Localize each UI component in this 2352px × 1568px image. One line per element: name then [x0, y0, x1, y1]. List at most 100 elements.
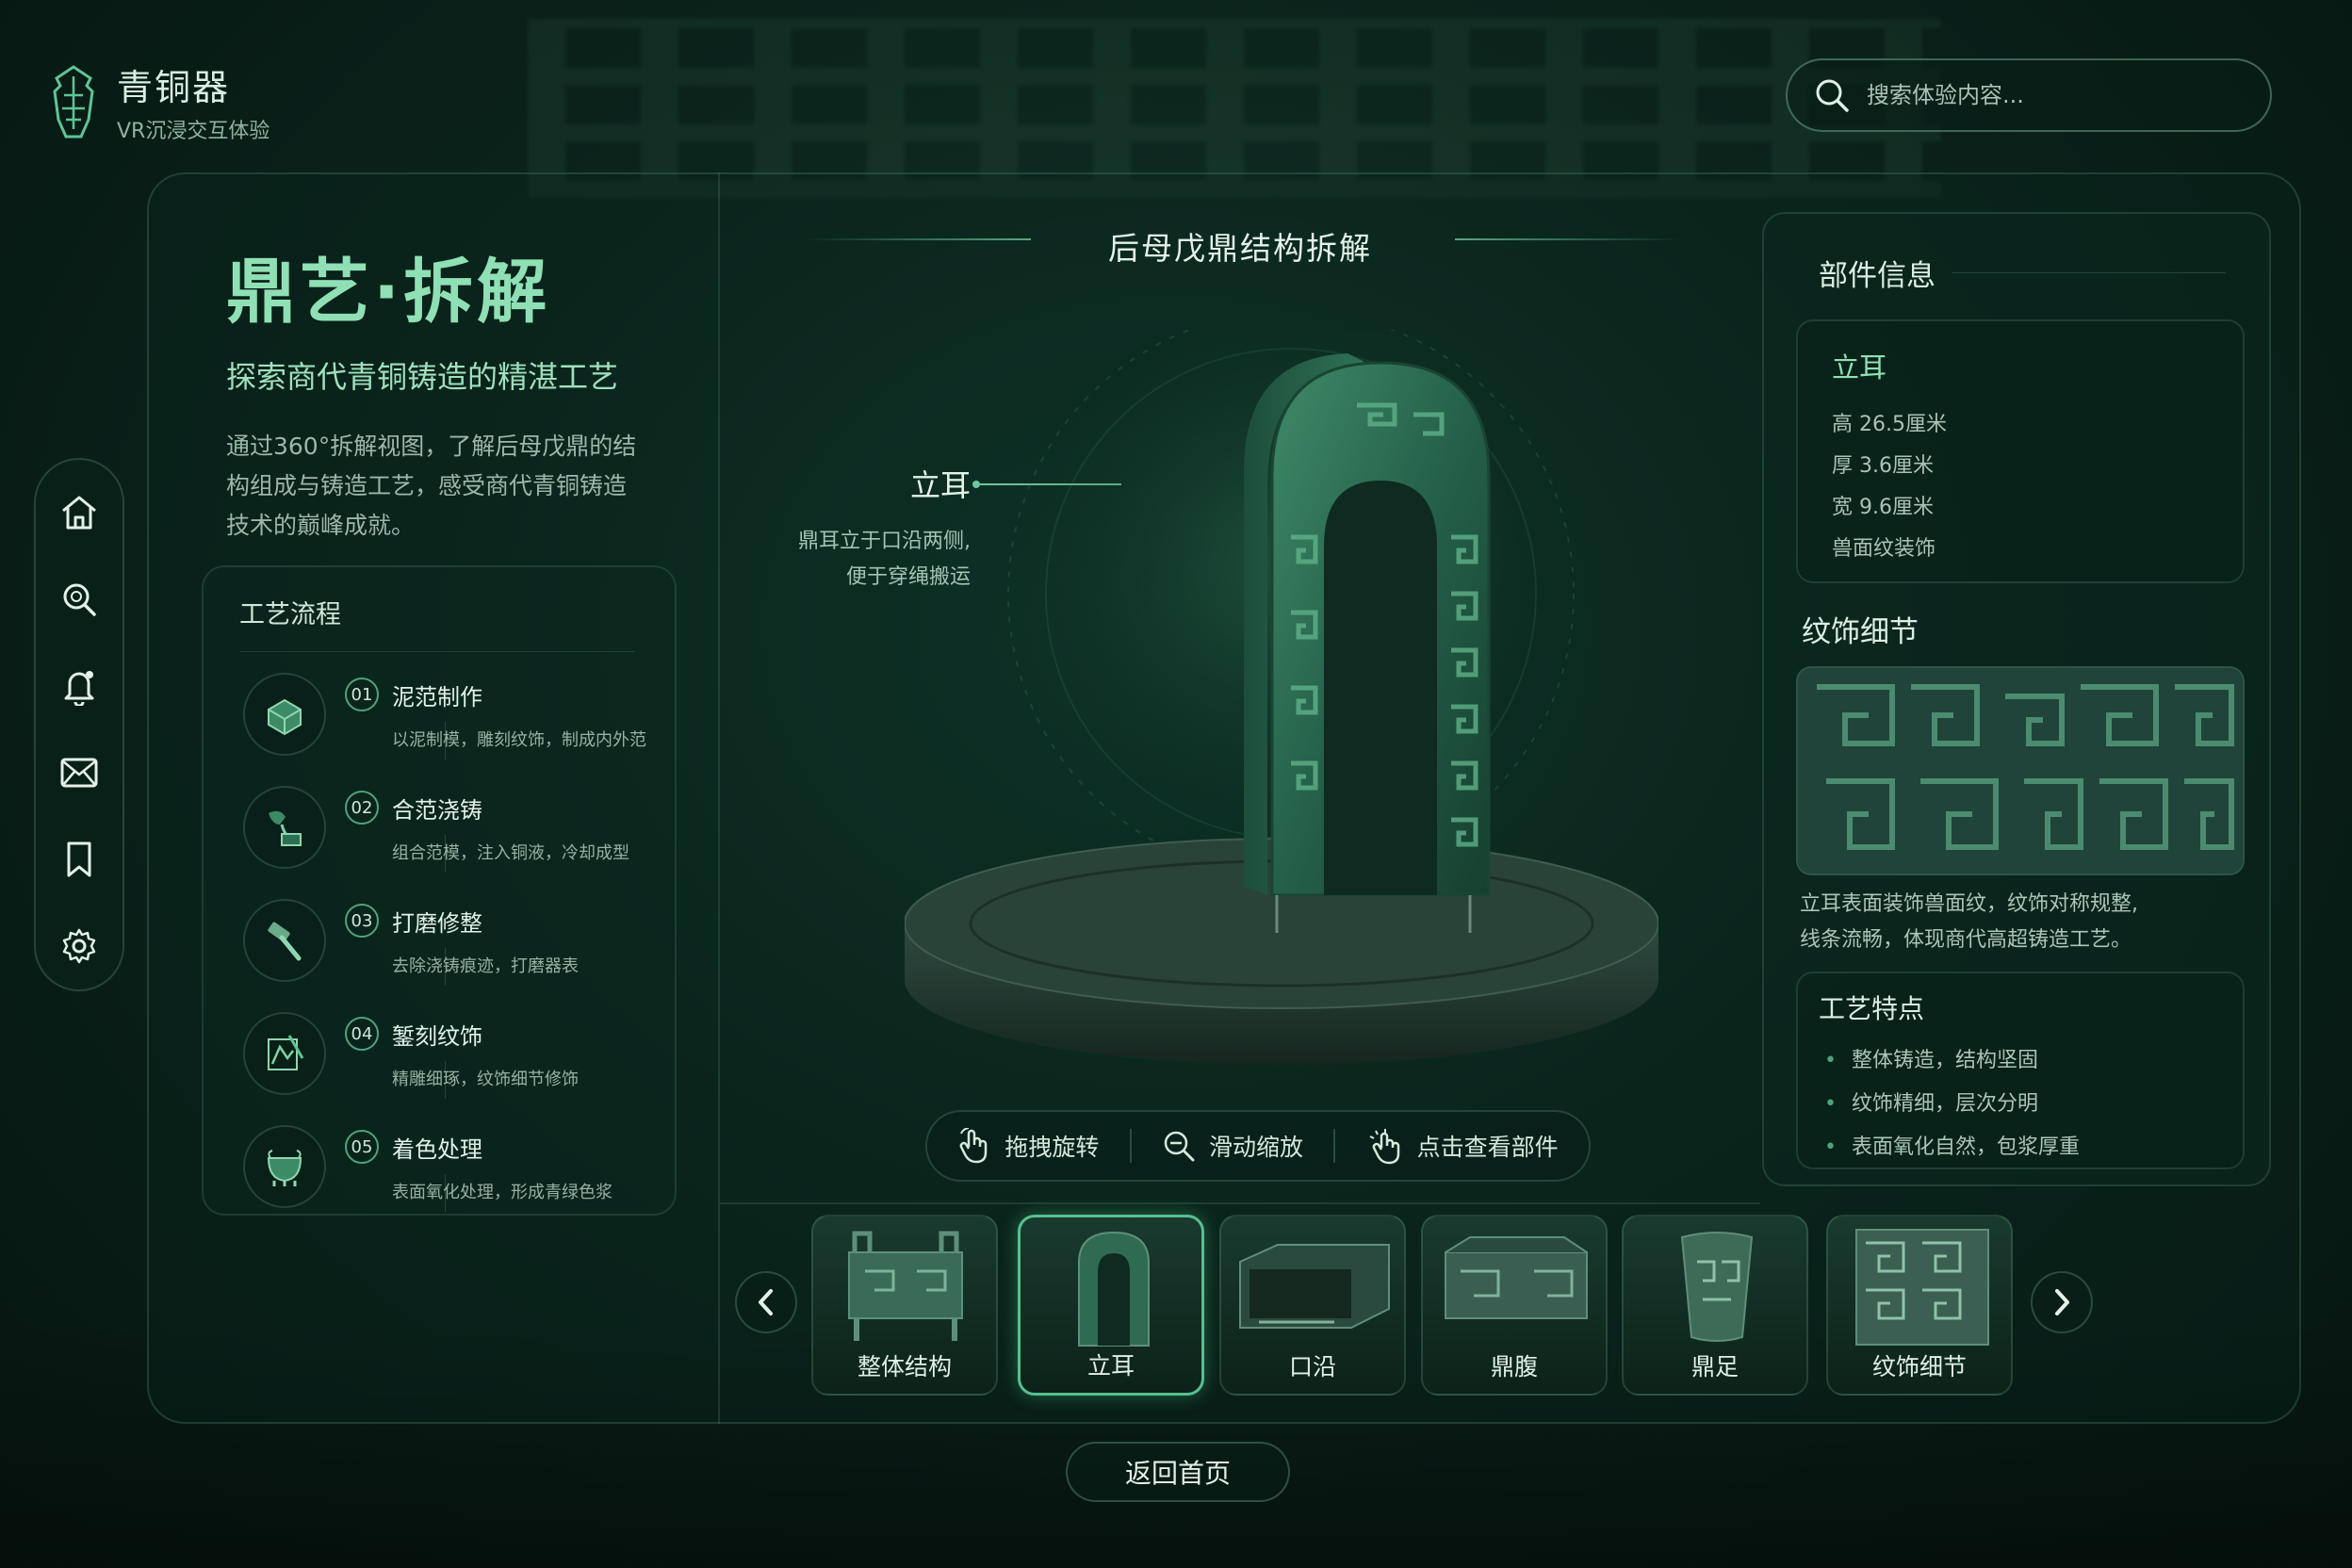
thumbnail-item[interactable]: 纹饰细节: [1826, 1215, 2013, 1396]
pattern-title: 纹饰细节: [1802, 615, 1919, 649]
title-deco-right: [1455, 238, 1681, 240]
thumbnail-image: [1828, 1224, 2011, 1347]
ding-ear-model[interactable]: [905, 330, 1658, 1084]
thumbnail-item[interactable]: 鼎足: [1622, 1215, 1808, 1396]
hammer-icon: [243, 899, 326, 982]
chevron-left-icon: [759, 1289, 773, 1315]
step-description: 组合范模，注入铜液，冷却成型: [392, 843, 629, 863]
step-connector: [445, 948, 446, 986]
cauldron-icon: [243, 1125, 326, 1208]
tap-hand-icon: [1369, 1129, 1399, 1165]
step-name: 合范浇铸: [392, 796, 482, 824]
hint-tap: 点击查看部件: [1366, 1127, 1559, 1165]
search-input[interactable]: [1867, 82, 2225, 108]
feature-item: 表面氧化自然，包浆厚重: [1819, 1126, 2243, 1169]
hint-rotate-label: 拖拽旋转: [1004, 1134, 1100, 1161]
pattern-description: 立耳表面装饰兽面纹，纹饰对称规整, 线条流畅，体现商代高超铸造工艺。: [1800, 887, 2243, 958]
thumbnail-item[interactable]: 立耳: [1018, 1215, 1204, 1396]
prev-button[interactable]: [735, 1271, 797, 1333]
nav-mail[interactable]: [55, 748, 104, 797]
brand: 青铜器 VR沉浸交互体验: [47, 58, 270, 144]
process-step[interactable]: 05 着色处理表面氧化处理，形成青绿色浆: [239, 1110, 675, 1223]
info-height: 高 26.5厘米: [1832, 413, 1947, 436]
thumbnail-item[interactable]: 鼎腹: [1421, 1215, 1608, 1396]
drag-hand-icon: [959, 1128, 988, 1164]
mold-icon: [243, 673, 326, 756]
process-step[interactable]: 01 泥范制作 以泥制模，雕刻纹饰，制成内外范: [239, 658, 675, 771]
step-head: 02 合范浇铸: [345, 791, 629, 825]
nav-search[interactable]: [55, 575, 104, 624]
step-number: 02: [345, 791, 379, 825]
hint-divider: [1129, 1129, 1132, 1163]
thumbnail-label: 整体结构: [857, 1353, 952, 1380]
background-carving: [528, 19, 1941, 198]
step-body: 02 合范浇铸组合范模，注入铜液，冷却成型: [345, 791, 629, 864]
intro-panel: 鼎艺·拆解 探索商代青铜铸造的精湛工艺 通过360°拆解视图，了解后母戊鼎的结构…: [226, 236, 697, 546]
thumbnail-item[interactable]: 整体结构: [811, 1215, 998, 1396]
thumbnail-item[interactable]: 口沿: [1219, 1215, 1406, 1396]
hint-zoom-label: 滑动缩放: [1208, 1134, 1303, 1161]
nav-home[interactable]: [55, 488, 104, 537]
zoom-out-icon: [1164, 1131, 1195, 1162]
search-bar[interactable]: [1786, 58, 2272, 132]
thumbnail-label: 鼎腹: [1490, 1353, 1538, 1380]
next-button[interactable]: [2031, 1271, 2093, 1333]
process-step[interactable]: 02 合范浇铸组合范模，注入铜液，冷却成型: [239, 771, 675, 884]
step-connector: [445, 1174, 446, 1212]
thumbnail-image: [813, 1224, 996, 1347]
step-name: 着色处理: [392, 1135, 482, 1163]
features-card: 工艺特点 整体铸造，结构坚固 纹饰精细，层次分明 表面氧化自然，包浆厚重: [1796, 972, 2245, 1169]
pattern-image[interactable]: [1796, 666, 2245, 875]
title-divider: [1952, 272, 2226, 273]
carving-icon: [243, 1012, 326, 1095]
pattern-line-1: 立耳表面装饰兽面纹，纹饰对称规整,: [1800, 892, 2138, 916]
step-head: 03 打磨修整: [345, 904, 579, 938]
gear-icon: [62, 928, 96, 964]
process-step[interactable]: 03 打磨修整 去除浇铸痕迹，打磨器表: [239, 884, 675, 997]
hint-rotate: 拖拽旋转: [957, 1128, 1099, 1164]
bookmark-icon: [67, 841, 91, 877]
chevron-right-icon: [2055, 1289, 2069, 1315]
process-title: 工艺流程: [239, 594, 635, 652]
mail-icon: [60, 758, 98, 788]
step-connector: [445, 722, 446, 760]
back-home-button[interactable]: 返回首页: [1066, 1442, 1290, 1502]
nav-notifications[interactable]: [55, 662, 104, 710]
hint-tap-label: 点击查看部件: [1416, 1134, 1559, 1161]
thumbnail-label: 口沿: [1288, 1353, 1336, 1380]
search-icon: [63, 583, 96, 616]
thumbnail-image: [1423, 1224, 1606, 1347]
step-body: 05 着色处理表面氧化处理，形成青绿色浆: [345, 1130, 612, 1203]
thumbnail-image: [1221, 1224, 1404, 1347]
page-description: 通过360°拆解视图，了解后母戊鼎的结构组成与铸造工艺，感受商代青铜铸造技术的巅…: [226, 433, 637, 539]
step-connector: [445, 1061, 446, 1099]
info-thickness: 厚 3.6厘米: [1832, 454, 1934, 478]
nav-settings[interactable]: [55, 922, 104, 971]
step-number: 01: [345, 678, 379, 711]
thumbnail-label: 纹饰细节: [1871, 1353, 1967, 1380]
step-name: 泥范制作: [392, 683, 482, 710]
info-title: 部件信息: [1819, 259, 1936, 293]
side-navigation: [34, 458, 124, 991]
info-decoration: 兽面纹装饰: [1832, 537, 1936, 561]
thumbnail-image: [1021, 1225, 1201, 1348]
feature-item: 纹饰精细，层次分明: [1819, 1083, 2243, 1126]
thumbnail-image: [1624, 1224, 1806, 1347]
page-title: 鼎艺·拆解: [226, 252, 551, 333]
process-step[interactable]: 04 錾刻纹饰 精雕细琢，纹饰细节修饰: [239, 997, 675, 1110]
hint-divider: [1333, 1129, 1336, 1163]
process-panel: 工艺流程 01 泥范制作 以泥制模，雕刻纹饰，制成内外范 02 合范浇铸 组合范模，注入铜…: [202, 565, 677, 1216]
nav-bookmarks[interactable]: [55, 835, 104, 884]
pattern-texture: [1798, 668, 2243, 874]
step-description: 表面氧化处理，形成青绿色浆: [392, 1183, 612, 1202]
step-number: 04: [345, 1017, 379, 1051]
step-head: 05 着色处理: [345, 1130, 612, 1164]
pattern-line-2: 线条流畅，体现商代高超铸造工艺。: [1800, 928, 2132, 952]
interaction-hints: 拖拽旋转 滑动缩放 点击查看部件: [925, 1110, 1591, 1182]
step-body: 03 打磨修整 去除浇铸痕迹，打磨器表: [345, 904, 579, 977]
step-connector: [445, 835, 446, 873]
hint-zoom: 滑动缩放: [1162, 1129, 1303, 1163]
step-description: 精雕细琢，纹饰细节修饰: [392, 1070, 579, 1089]
part-info-card: 立耳 高 26.5厘米 厚 3.6厘米 宽 9.6厘米 兽面纹装饰: [1796, 319, 2245, 583]
step-number: 05: [345, 1130, 379, 1164]
